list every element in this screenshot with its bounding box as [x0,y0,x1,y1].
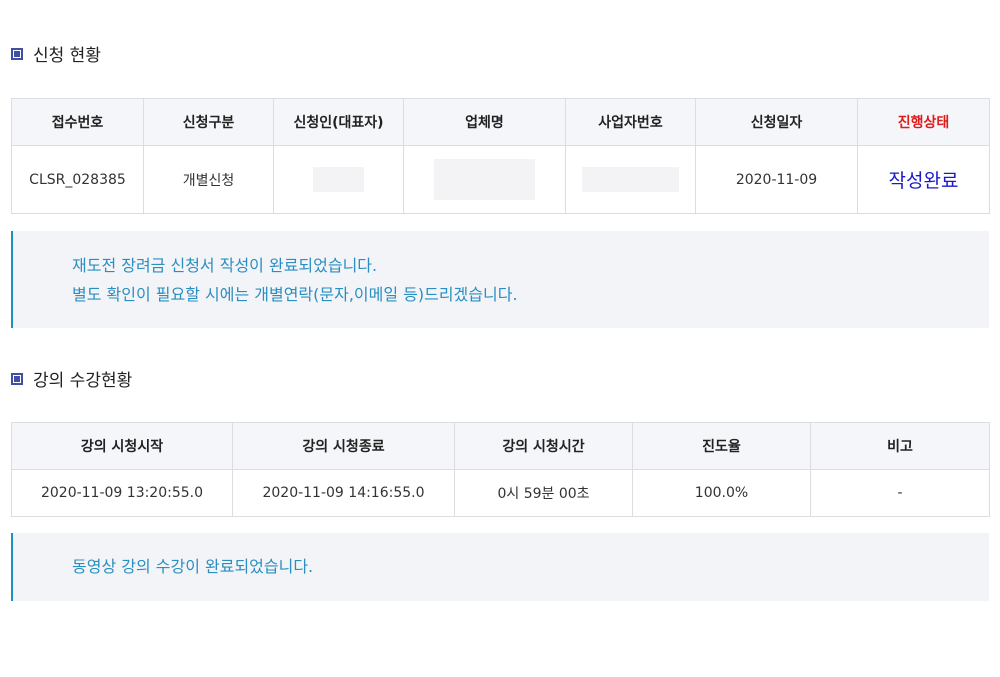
header-date: 신청일자 [695,98,858,146]
square-bullet-icon [11,372,23,385]
header-note: 비고 [810,422,990,470]
redacted-company [434,159,535,200]
table-row: 2020-11-09 13:20:55.0 2020-11-09 14:16:5… [11,469,990,517]
cell-date: 2020-11-09 [695,145,858,214]
application-section-title: 신청 현황 [11,41,101,66]
header-lecture-end: 강의 시청종료 [232,422,455,470]
cell-applicant [273,145,404,214]
header-business-no: 사업자번호 [565,98,696,146]
cell-lecture-start: 2020-11-09 13:20:55.0 [11,469,233,517]
table-header-row: 접수번호 신청구분 신청인(대표자) 업체명 사업자번호 신청일자 진행상태 [11,98,990,146]
header-lecture-start: 강의 시청시작 [11,422,233,470]
cell-lecture-duration: 0시 59분 00초 [454,469,633,517]
cell-status: 작성완료 [857,145,990,214]
header-receipt-no: 접수번호 [11,98,144,146]
lecture-section-title-text: 강의 수강현황 [33,371,133,391]
application-section-title-text: 신청 현황 [33,46,101,66]
cell-business-no [565,145,696,214]
application-notice-line-1: 재도전 장려금 신청서 작성이 완료되었습니다. [72,256,378,275]
header-progress: 진도율 [632,422,811,470]
cell-progress: 100.0% [632,469,811,517]
cell-lecture-end: 2020-11-09 14:16:55.0 [232,469,455,517]
redacted-applicant [313,167,364,192]
redacted-business-no [582,167,679,192]
application-notice-line-2: 별도 확인이 필요할 시에는 개별연락(문자,이메일 등)드리겠습니다. [72,285,518,304]
lecture-notice-line-1: 동영상 강의 수강이 완료되었습니다. [72,557,314,576]
lecture-section-title: 강의 수강현황 [11,366,132,391]
table-row: CLSR_028385 개별신청 2020-11-09 작성완료 [11,145,990,214]
cell-company [403,145,566,214]
header-applicant: 신청인(대표자) [273,98,404,146]
header-lecture-duration: 강의 시청시간 [454,422,633,470]
lecture-notice-box: 동영상 강의 수강이 완료되었습니다. [11,533,989,601]
table-header-row: 강의 시청시작 강의 시청종료 강의 시청시간 진도율 비고 [11,422,990,470]
status-value: 작성완료 [888,170,959,192]
lecture-status-table: 강의 시청시작 강의 시청종료 강의 시청시간 진도율 비고 2020-11-0… [11,422,990,517]
header-company: 업체명 [403,98,566,146]
header-category: 신청구분 [143,98,274,146]
cell-receipt-no: CLSR_028385 [11,145,144,214]
cell-note: - [810,469,990,517]
header-status: 진행상태 [857,98,990,146]
application-notice-box: 재도전 장려금 신청서 작성이 완료되었습니다. 별도 확인이 필요할 시에는 … [11,231,989,328]
application-status-table: 접수번호 신청구분 신청인(대표자) 업체명 사업자번호 신청일자 진행상태 C… [11,98,990,214]
square-bullet-icon [11,47,23,60]
cell-category: 개별신청 [143,145,274,214]
